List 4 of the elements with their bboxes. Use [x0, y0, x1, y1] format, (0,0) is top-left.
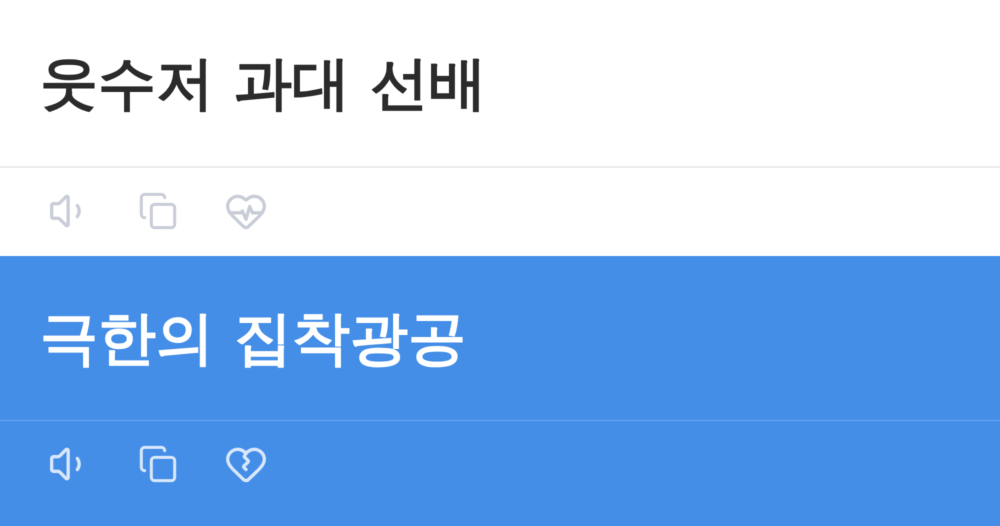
copy-icon[interactable]	[138, 444, 178, 484]
phrase-title: 극한의 집착광공	[40, 302, 466, 374]
phrase-title: 웃수저 과대 선배	[40, 48, 486, 118]
copy-icon[interactable]	[138, 191, 178, 231]
